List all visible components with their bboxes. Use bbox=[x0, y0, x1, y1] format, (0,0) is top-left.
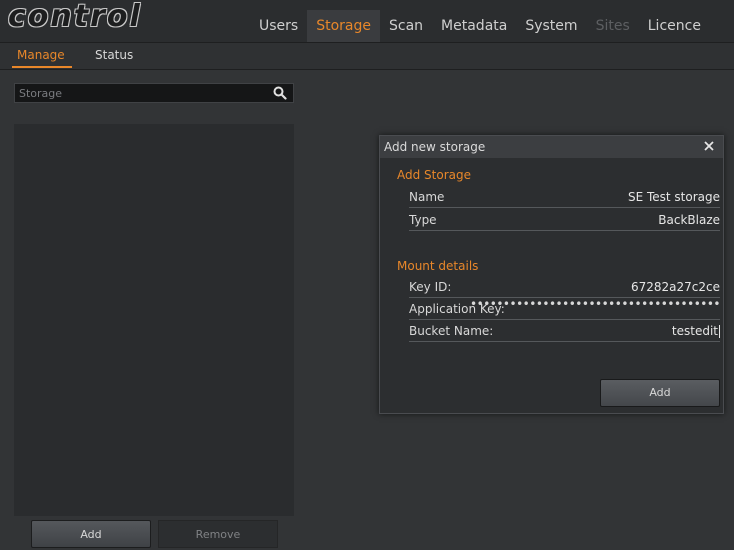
nav-scan[interactable]: Scan bbox=[380, 10, 432, 42]
storage-list[interactable] bbox=[14, 124, 294, 516]
nav-users[interactable]: Users bbox=[250, 10, 307, 42]
tab-manage[interactable]: Manage bbox=[17, 48, 65, 62]
nav-licence[interactable]: Licence bbox=[639, 10, 710, 42]
dialog-add-button[interactable]: Add bbox=[600, 379, 720, 407]
type-select[interactable]: BackBlaze bbox=[658, 210, 720, 230]
storage-search-input[interactable] bbox=[15, 84, 269, 102]
name-row[interactable]: Name SE Test storage bbox=[409, 187, 720, 208]
bucket-name-value: testedit bbox=[671, 324, 718, 338]
name-field[interactable]: SE Test storage bbox=[628, 187, 720, 207]
type-row[interactable]: Type BackBlaze bbox=[409, 210, 720, 231]
main-nav: Users Storage Scan Metadata System Sites… bbox=[250, 10, 710, 42]
application-key-row[interactable]: Application Key: •••••••••••••••••••••••… bbox=[409, 297, 720, 320]
sub-nav: Manage Status bbox=[0, 43, 734, 70]
type-label: Type bbox=[409, 213, 437, 227]
add-storage-dialog: Add new storage Add Storage Name SE Test… bbox=[379, 135, 724, 414]
bucket-name-label: Bucket Name: bbox=[409, 324, 494, 338]
bucket-name-row[interactable]: Bucket Name: testedit bbox=[409, 321, 720, 342]
name-label: Name bbox=[409, 190, 445, 204]
search-icon[interactable] bbox=[273, 86, 287, 100]
storage-search bbox=[14, 83, 294, 103]
dialog-title: Add new storage bbox=[384, 140, 486, 154]
add-storage-button[interactable]: Add bbox=[31, 520, 151, 548]
close-icon[interactable] bbox=[703, 140, 715, 152]
nav-system[interactable]: System bbox=[516, 10, 586, 42]
text-cursor bbox=[719, 325, 720, 338]
active-tab-indicator bbox=[12, 66, 72, 68]
remove-storage-button: Remove bbox=[158, 520, 278, 548]
tab-status[interactable]: Status bbox=[95, 48, 133, 62]
application-key-field[interactable]: •••••••••••••••••••••••••••••••••••••• bbox=[470, 294, 720, 314]
dialog-title-bar[interactable]: Add new storage bbox=[380, 136, 723, 158]
bucket-name-field[interactable]: testedit bbox=[672, 321, 720, 341]
nav-metadata[interactable]: Metadata bbox=[432, 10, 516, 42]
mount-details-section-title: Mount details bbox=[397, 259, 479, 273]
nav-sites: Sites bbox=[595, 18, 630, 34]
key-id-label: Key ID: bbox=[409, 280, 452, 294]
top-bar: control Users Storage Scan Metadata Syst… bbox=[0, 0, 734, 43]
app-logo: control bbox=[8, 0, 142, 34]
nav-storage[interactable]: Storage bbox=[307, 10, 380, 42]
add-storage-section-title: Add Storage bbox=[397, 168, 471, 182]
